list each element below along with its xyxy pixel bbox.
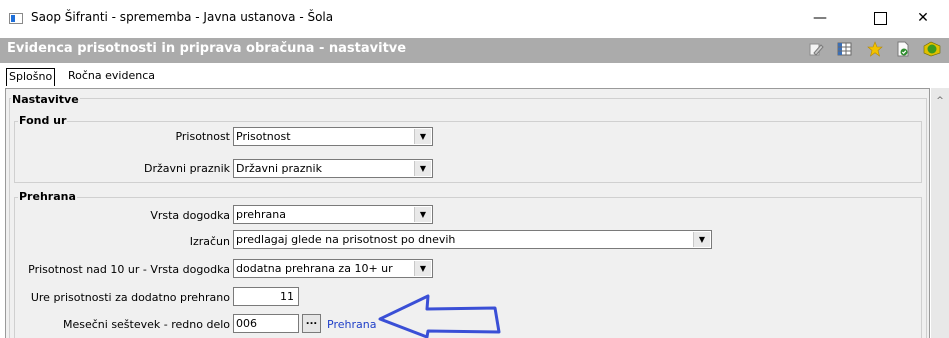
izracun-select[interactable]: predlagaj glede na prisotnost po dnevih … (233, 230, 712, 249)
vrsta-dogodka-value: prehrana (236, 208, 286, 221)
drzavni-praznik-value: Državni praznik (236, 162, 322, 175)
chevron-down-icon[interactable]: ▼ (414, 161, 431, 176)
chevron-down-icon[interactable]: ▼ (414, 207, 431, 222)
prisotnost-select[interactable]: Prisotnost ▼ (233, 127, 433, 146)
close-button[interactable]: ✕ (900, 4, 946, 32)
chevron-down-icon[interactable]: ▼ (414, 129, 431, 144)
app-window-icon (9, 13, 23, 24)
izracun-value: predlagaj glede na prisotnost po dnevih (236, 233, 456, 246)
vertical-scrollbar[interactable] (931, 88, 949, 338)
nad-10-ur-select[interactable]: dodatna prehrana za 10+ ur ▼ (233, 259, 433, 278)
group-title-fond-ur: Fond ur (18, 114, 68, 127)
mesecni-sestevek-field[interactable]: 006 (233, 314, 299, 333)
ure-prisotnosti-value: 11 (280, 290, 294, 303)
vrsta-dogodka-select[interactable]: prehrana ▼ (233, 205, 433, 224)
prisotnost-value: Prisotnost (236, 130, 291, 143)
scroll-up-arrow-icon[interactable]: ^ (931, 94, 949, 108)
label-ure-prisotnosti: Ure prisotnosti za dodatno prehrano (30, 291, 230, 304)
group-title-prehrana: Prehrana (18, 190, 77, 203)
nad-10-ur-value: dodatna prehrana za 10+ ur (236, 262, 393, 275)
label-drzavni-praznik: Državni praznik (144, 162, 230, 175)
star-icon[interactable] (867, 41, 883, 57)
maximize-icon (873, 11, 887, 25)
arrow-annotation (378, 294, 501, 338)
maximize-button[interactable] (857, 4, 903, 32)
chevron-down-icon[interactable]: ▼ (414, 261, 431, 276)
label-izracun: Izračun (189, 235, 230, 248)
edit-icon[interactable] (808, 41, 824, 57)
exit-icon[interactable] (922, 41, 944, 57)
grid-icon[interactable] (837, 41, 853, 57)
window-title: Saop Šifranti - sprememba - Javna ustano… (31, 10, 334, 24)
ure-prisotnosti-field[interactable]: 11 (233, 287, 299, 306)
form-title: Evidenca prisotnosti in priprava obračun… (7, 41, 407, 56)
label-nad-10-ur: Prisotnost nad 10 ur - Vrsta dogodka (28, 263, 230, 276)
drzavni-praznik-select[interactable]: Državni praznik ▼ (233, 159, 433, 178)
mesecni-sestevek-value: 006 (236, 317, 257, 330)
chevron-down-icon[interactable]: ▼ (693, 232, 710, 247)
label-prisotnost: Prisotnost (175, 130, 230, 143)
tab-splosno[interactable]: Splošno (6, 68, 56, 86)
browse-button[interactable]: ... (302, 314, 321, 333)
label-mesecni-sestevek: Mesečni seštevek - redno delo (62, 318, 230, 331)
minimize-button[interactable]: — (797, 4, 843, 32)
label-vrsta-dogodka: Vrsta dogodka (150, 209, 230, 222)
group-title-nastavitve: Nastavitve (11, 93, 80, 106)
document-icon[interactable] (895, 41, 911, 57)
tab-rocna-evidenca[interactable]: Ročna evidenca (66, 68, 157, 85)
